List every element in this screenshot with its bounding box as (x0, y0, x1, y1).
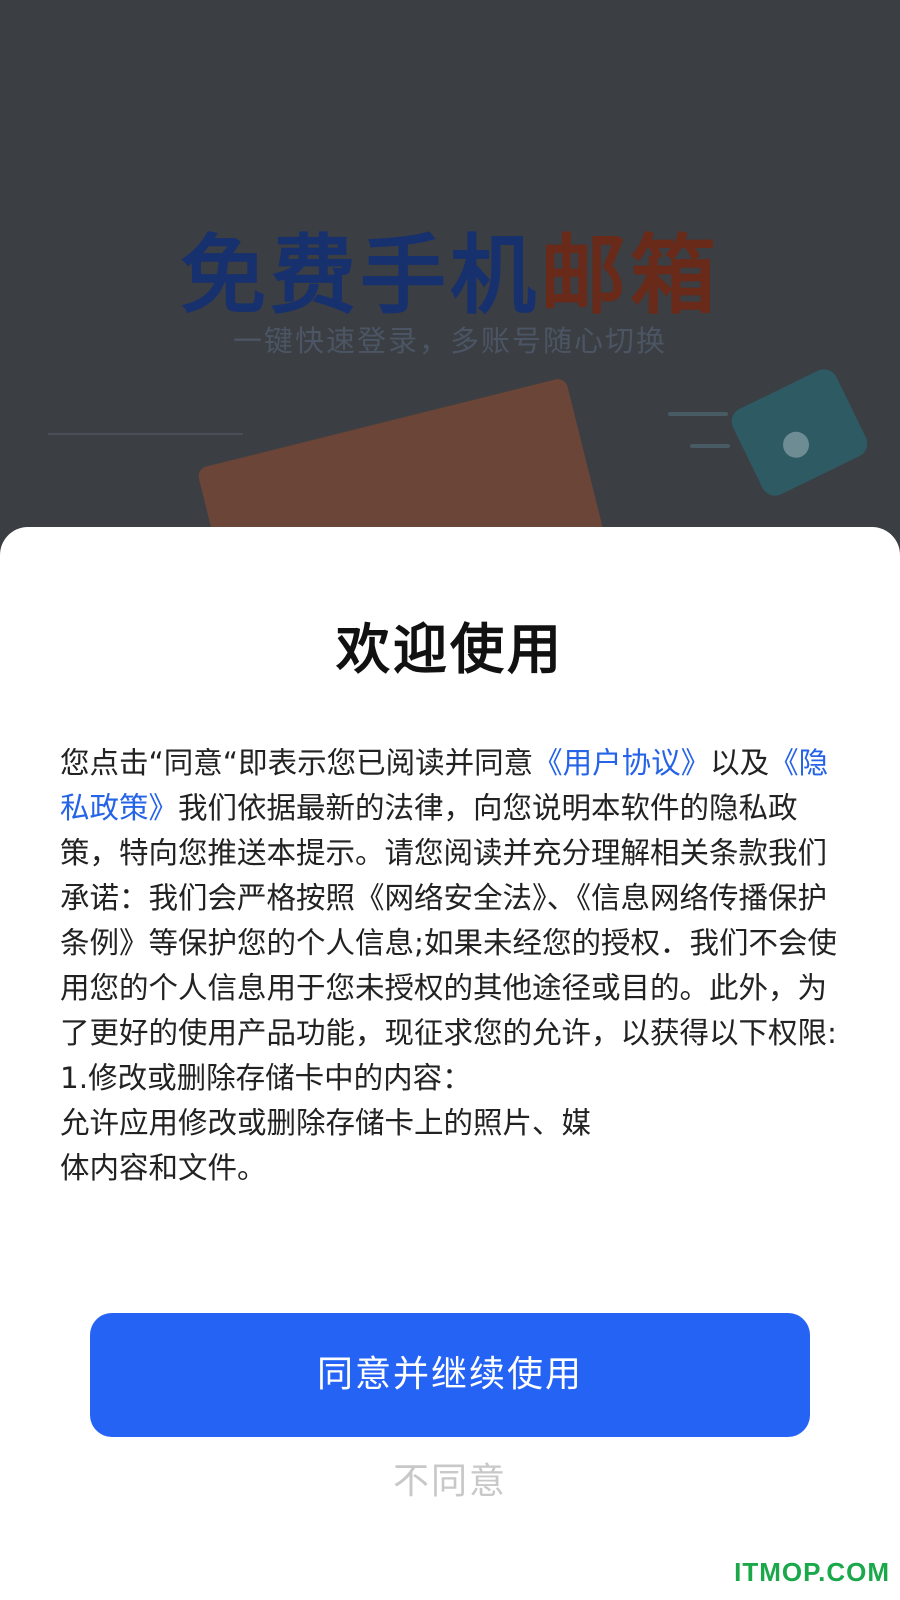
hero-divider (48, 433, 243, 435)
terms-paragraph: 您点击“同意“即表示您已阅读并同意《用户协议》以及《隐私政策》我们依据最新的法律… (60, 741, 840, 1056)
watermark: ITMOP.COM (734, 1557, 890, 1587)
card-illustration (726, 364, 873, 501)
hero-title-part1: 免费手机 (180, 226, 540, 326)
check-icon (778, 427, 814, 463)
dialog-title: 欢迎使用 (336, 618, 564, 681)
background-splash: 免费手机邮箱 一键快速登录，多账号随心切换 (0, 0, 900, 560)
terms-and: 以及 (710, 746, 770, 780)
welcome-dialog: 欢迎使用 您点击“同意“即表示您已阅读并同意《用户协议》以及《隐私政策》我们依据… (0, 527, 900, 1600)
agree-button[interactable]: 同意并继续使用 (90, 1313, 810, 1437)
disagree-button[interactable]: 不同意 (0, 1452, 900, 1504)
decor-bar (668, 412, 728, 416)
permission-title: 1.修改或删除存储卡中的内容： (60, 1061, 472, 1095)
terms-text[interactable]: 您点击“同意“即表示您已阅读并同意《用户协议》以及《隐私政策》我们依据最新的法律… (60, 741, 840, 1221)
terms-intro: 您点击“同意“即表示您已阅读并同意 (60, 746, 534, 780)
hero-subtitle: 一键快速登录，多账号随心切换 (232, 324, 667, 358)
permission-desc: 允许应用修改或删除存储卡上的照片、媒体内容和文件。 (60, 1106, 592, 1185)
terms-body: 我们依据最新的法律，向您说明本软件的隐私政策，特向您推送本提示。请您阅读并充分理… (60, 791, 837, 1050)
user-agreement-link[interactable]: 《用户协议》 (533, 746, 710, 780)
hero-title: 免费手机邮箱 (0, 205, 900, 330)
hero-title-part2: 邮箱 (540, 226, 720, 326)
decor-bar (690, 444, 730, 448)
